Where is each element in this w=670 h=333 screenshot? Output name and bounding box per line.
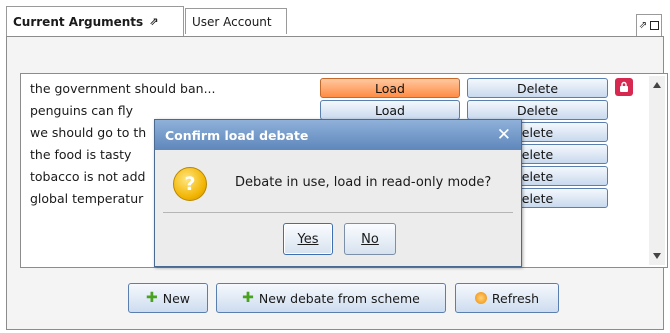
tab-user-account[interactable]: User Account xyxy=(185,8,287,34)
tab-label: Current Arguments xyxy=(13,14,144,29)
question-icon: ? xyxy=(173,167,207,201)
yes-button[interactable]: Yes xyxy=(283,223,333,255)
delete-button[interactable]: Delete xyxy=(467,78,608,98)
dialog-message: Debate in use, load in read-only mode? xyxy=(235,175,492,190)
no-button[interactable]: No xyxy=(344,223,396,255)
refresh-label: Refresh xyxy=(491,290,540,306)
window-controls[interactable]: ⇗ xyxy=(636,14,662,36)
maximize-icon[interactable] xyxy=(650,21,660,30)
new-debate-from-scheme-button[interactable]: ✚ New debate from scheme xyxy=(216,283,446,313)
plus-icon: ✚ xyxy=(242,290,254,306)
tab-label: User Account xyxy=(192,14,272,29)
debate-title: penguins can fly xyxy=(30,102,133,118)
dialog-title: Confirm load debate xyxy=(165,127,309,143)
new-button[interactable]: ✚ New xyxy=(128,283,208,313)
lock-icon[interactable] xyxy=(615,78,633,96)
delete-button[interactable]: Delete xyxy=(467,100,608,120)
list-scrollbar[interactable] xyxy=(649,76,665,265)
pin-icon[interactable]: ⇗ xyxy=(639,20,647,31)
close-icon[interactable]: ✕ xyxy=(497,125,511,145)
dialog-separator xyxy=(163,212,513,213)
new-from-scheme-label: New debate from scheme xyxy=(258,290,420,306)
debate-title: the food is tasty xyxy=(30,146,132,162)
scroll-up-icon[interactable] xyxy=(653,82,661,88)
load-button[interactable]: Load xyxy=(320,78,460,98)
refresh-icon xyxy=(474,292,487,304)
load-button[interactable]: Load xyxy=(320,100,460,120)
debate-title: we should go to th xyxy=(30,124,147,140)
refresh-button[interactable]: Refresh xyxy=(455,283,559,313)
debate-title: the government should ban... xyxy=(30,80,216,96)
debate-title: tobacco is not add xyxy=(30,168,146,184)
scroll-down-icon[interactable] xyxy=(653,253,661,259)
tab-bar: Current Arguments ⇗ User Account ⇗ xyxy=(0,0,670,40)
plus-icon: ✚ xyxy=(146,290,158,306)
confirm-dialog: Confirm load debate ✕ ? Debate in use, l… xyxy=(154,119,522,267)
pin-icon[interactable]: ⇗ xyxy=(149,15,158,28)
yes-label: Yes xyxy=(297,231,319,247)
debate-title: global temperatur xyxy=(30,190,144,206)
new-label: New xyxy=(162,290,190,306)
no-label: No xyxy=(361,231,379,247)
dialog-title-bar[interactable]: Confirm load debate ✕ xyxy=(155,120,521,150)
tab-current-arguments[interactable]: Current Arguments ⇗ xyxy=(6,6,184,36)
